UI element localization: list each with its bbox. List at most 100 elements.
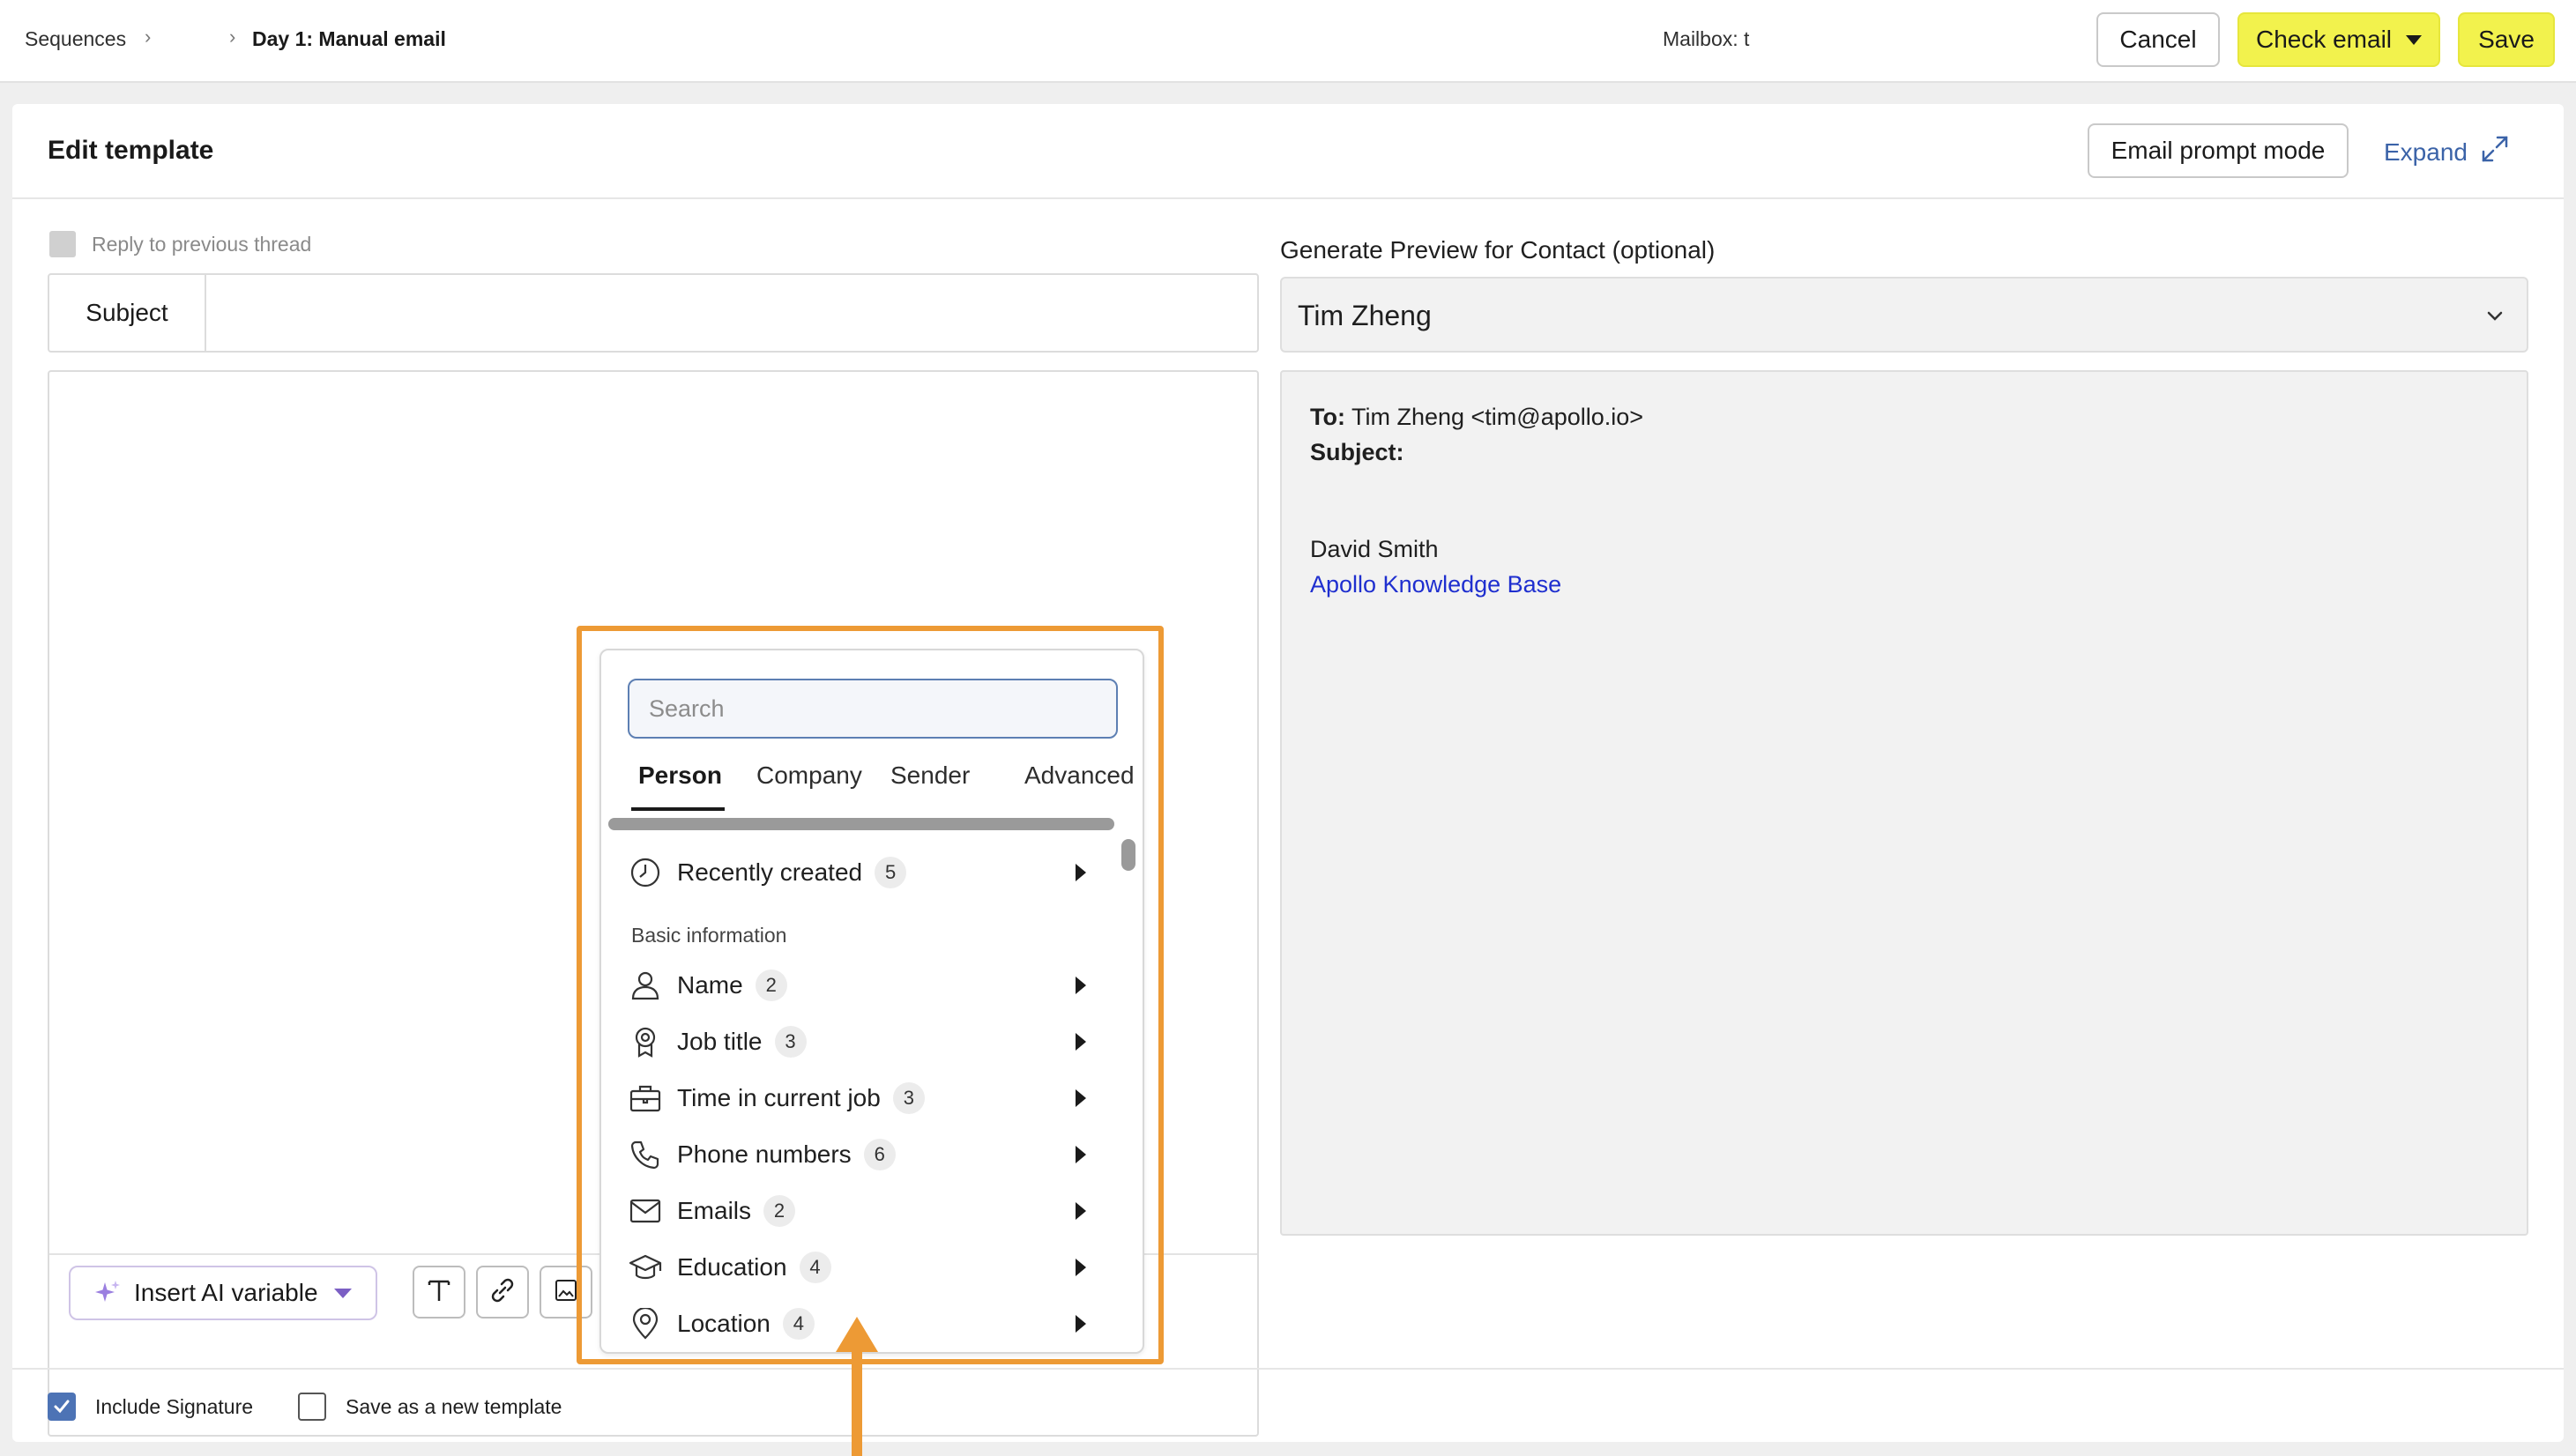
category-label: Phone numbers	[677, 1140, 852, 1168]
variable-category-phone-numbers[interactable]: Phone numbers 6	[628, 1130, 1104, 1179]
text-format-button[interactable]	[413, 1266, 465, 1319]
mailbox-label: Mailbox: t	[1663, 27, 1750, 50]
email-prompt-mode-button[interactable]: Email prompt mode	[2088, 123, 2349, 178]
image-icon	[553, 1277, 579, 1308]
selected-contact: Tim Zheng	[1298, 300, 1432, 331]
subject-field: Subject	[48, 273, 1259, 353]
annotation-arrow-icon	[830, 1313, 883, 1456]
category-label: Location	[677, 1310, 771, 1337]
breadcrumb-sequences[interactable]: Sequences	[25, 27, 126, 51]
preview-to-line: To: Tim Zheng <tim@apollo.io>	[1310, 404, 1643, 431]
include-signature-label: Include Signature	[95, 1394, 254, 1418]
expand-label: Expand	[2384, 137, 2468, 166]
check-email-button[interactable]: Check email	[2237, 12, 2440, 67]
expand-button[interactable]: Expand	[2384, 134, 2510, 170]
reply-to-thread-checkbox	[49, 231, 76, 257]
category-label: Education	[677, 1253, 787, 1281]
briefcase-icon	[628, 1081, 663, 1116]
preview-contact-select[interactable]: Tim Zheng	[1280, 277, 2528, 353]
tab-sender[interactable]: Sender	[890, 761, 970, 790]
variable-category-emails[interactable]: Emails 2	[628, 1186, 1104, 1236]
preview-subject-label: Subject:	[1310, 439, 1404, 465]
email-prompt-mode-label: Email prompt mode	[2111, 137, 2326, 164]
edit-template-panel: Edit template Email prompt mode Expand R…	[12, 104, 2564, 1442]
insert-ai-variable-label: Insert AI variable	[134, 1279, 318, 1306]
caret-right-icon	[1076, 1033, 1086, 1051]
variable-category-time-in-current-job[interactable]: Time in current job 3	[628, 1073, 1104, 1123]
subject-label: Subject	[49, 275, 206, 351]
category-label: Job title	[677, 1028, 763, 1055]
caret-down-icon	[2406, 34, 2423, 45]
category-count-badge: 3	[892, 1082, 925, 1114]
breadcrumb-chevron-icon: ›	[145, 26, 152, 48]
panel-footer: Include Signature Save as a new template	[12, 1368, 2564, 1442]
caret-right-icon	[1076, 864, 1086, 881]
horizontal-scrollbar[interactable]	[608, 818, 1114, 830]
variable-category-job-title[interactable]: Job title 3	[628, 1017, 1104, 1066]
save-as-new-template-checkbox[interactable]: Save as a new template	[298, 1393, 562, 1421]
clock-icon	[628, 855, 663, 890]
breadcrumb-current-step: Day 1: Manual email	[252, 27, 446, 50]
reply-to-thread-row: Reply to previous thread	[49, 231, 311, 257]
include-signature-checkbox[interactable]: Include Signature	[48, 1393, 253, 1421]
variables-dropdown: Person Company Sender Advanced Recently …	[599, 649, 1144, 1354]
chevron-down-icon	[2484, 305, 2505, 331]
page-title: Edit template	[48, 136, 214, 165]
tab-company[interactable]: Company	[756, 761, 862, 790]
caret-down-icon	[333, 1288, 352, 1298]
active-tab-indicator	[631, 807, 725, 811]
save-button-label: Save	[2478, 26, 2535, 53]
vertical-scrollbar[interactable]	[1121, 839, 1135, 871]
location-pin-icon	[628, 1306, 663, 1341]
cancel-button[interactable]: Cancel	[2096, 12, 2220, 67]
graduation-cap-icon	[628, 1250, 663, 1285]
category-label: Emails	[677, 1197, 752, 1224]
preview-to-label: To:	[1310, 404, 1345, 430]
email-preview: To: Tim Zheng <tim@apollo.io> Subject: D…	[1280, 370, 2528, 1236]
phone-icon	[628, 1137, 663, 1172]
text-format-icon	[424, 1275, 454, 1310]
preview-to-value: Tim Zheng <tim@apollo.io>	[1351, 404, 1644, 430]
category-count-badge: 6	[863, 1139, 896, 1170]
panel-header: Edit template Email prompt mode Expand	[12, 104, 2564, 199]
section-title-basic-information: Basic information	[631, 924, 787, 947]
variable-category-education[interactable]: Education 4	[628, 1243, 1104, 1292]
category-label: Time in current job	[677, 1084, 881, 1111]
cancel-button-label: Cancel	[2119, 26, 2197, 53]
variable-category-name[interactable]: Name 2	[628, 961, 1104, 1010]
category-count-badge: 5	[875, 857, 907, 888]
variable-category-recently-created[interactable]: Recently created 5	[628, 848, 1104, 897]
save-button[interactable]: Save	[2458, 12, 2555, 67]
caret-right-icon	[1076, 977, 1086, 994]
caret-right-icon	[1076, 1089, 1086, 1107]
caret-right-icon	[1076, 1146, 1086, 1163]
category-count-badge: 2	[755, 969, 787, 1001]
expand-arrows-icon	[2480, 134, 2510, 170]
envelope-icon	[628, 1193, 663, 1229]
checkbox-unchecked-icon	[298, 1393, 326, 1421]
tab-person[interactable]: Person	[638, 761, 722, 790]
caret-right-icon	[1076, 1259, 1086, 1276]
variables-search-input[interactable]	[628, 679, 1118, 739]
person-icon	[628, 968, 663, 1003]
preview-signature-name: David Smith	[1310, 536, 1439, 562]
caret-right-icon	[1076, 1315, 1086, 1333]
insert-link-button[interactable]	[476, 1266, 529, 1319]
insert-ai-variable-button[interactable]: Insert AI variable	[69, 1266, 377, 1320]
category-count-badge: 3	[774, 1026, 807, 1058]
breadcrumb-chevron-icon: ›	[229, 26, 236, 48]
category-count-badge: 4	[799, 1252, 831, 1283]
sparkle-icon	[93, 1279, 122, 1307]
checkbox-checked-icon	[48, 1393, 76, 1421]
top-bar: Sequences › › Day 1: Manual email Mailbo…	[0, 0, 2576, 83]
tab-advanced[interactable]: Advanced	[1024, 761, 1135, 790]
save-as-new-template-label: Save as a new template	[346, 1394, 562, 1418]
preview-signature-link[interactable]: Apollo Knowledge Base	[1310, 571, 1561, 598]
category-label: Recently created	[677, 858, 863, 886]
category-count-badge: 4	[782, 1308, 815, 1340]
caret-right-icon	[1076, 1202, 1086, 1220]
check-email-label: Check email	[2255, 26, 2393, 53]
link-icon	[488, 1275, 517, 1310]
subject-input[interactable]	[210, 279, 1250, 347]
badge-icon	[628, 1024, 663, 1059]
